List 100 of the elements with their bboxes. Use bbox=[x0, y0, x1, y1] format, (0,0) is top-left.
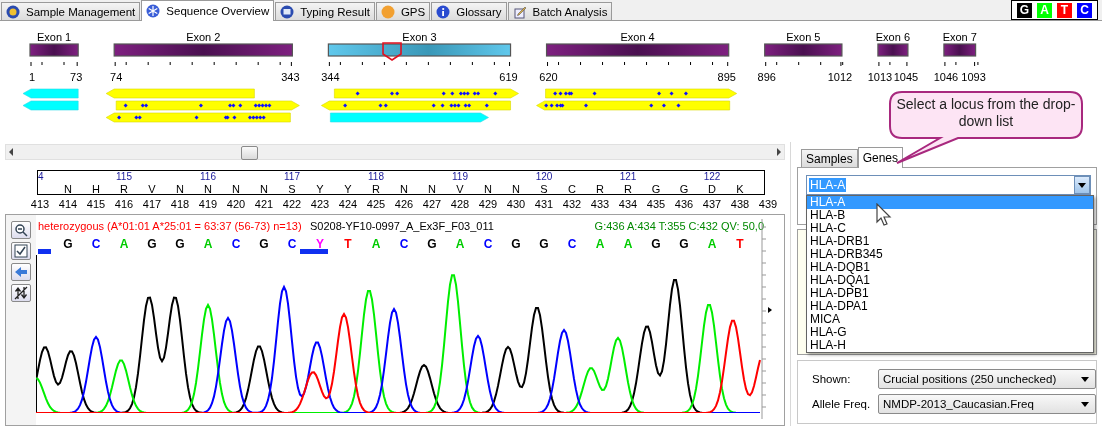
amino-acid: R bbox=[371, 182, 381, 194]
main-tab[interactable]: Sequence Overview bbox=[141, 0, 275, 21]
position-marker bbox=[38, 249, 51, 254]
position-number: 437 bbox=[701, 198, 723, 210]
base-color-key: C bbox=[1077, 2, 1092, 18]
position-number: 420 bbox=[225, 198, 247, 210]
base-call: G bbox=[538, 237, 550, 251]
position-label: 1012 bbox=[827, 71, 853, 83]
arrow-left-icon bbox=[14, 265, 28, 279]
position-number: 439 bbox=[757, 198, 779, 210]
position-label: 344 bbox=[321, 71, 340, 83]
amino-acid: G bbox=[650, 182, 662, 194]
amino-acid: K bbox=[735, 182, 745, 194]
caret-icon bbox=[1081, 401, 1089, 407]
allele-freq-select[interactable]: NMDP-2013_Caucasian.Freq bbox=[878, 394, 1096, 414]
position-number: 416 bbox=[113, 198, 135, 210]
exon-bar[interactable] bbox=[877, 43, 909, 57]
codon-number: 117 bbox=[283, 171, 301, 182]
position-label: 74 bbox=[110, 71, 123, 83]
exon-label: Exon 3 bbox=[402, 31, 437, 43]
view-marker-icon[interactable] bbox=[382, 42, 402, 61]
main-tab[interactable]: Typing Result bbox=[275, 2, 375, 20]
position-label: 620 bbox=[539, 71, 558, 83]
position-label: 896 bbox=[757, 71, 776, 83]
info-icon bbox=[436, 4, 451, 19]
swap-button[interactable] bbox=[11, 284, 31, 302]
base-call: A bbox=[370, 237, 382, 251]
locus-option[interactable]: HLA-B bbox=[807, 209, 1093, 222]
amino-acid: S bbox=[539, 182, 549, 194]
caret-icon bbox=[1081, 376, 1089, 382]
codon-number: 119 bbox=[451, 171, 469, 182]
dropdown-button[interactable] bbox=[1074, 176, 1090, 194]
amino-acid: V bbox=[455, 182, 465, 194]
base-call: G bbox=[174, 237, 186, 251]
position-number: 438 bbox=[729, 198, 751, 210]
checkmark-icon bbox=[14, 244, 28, 258]
locus-option[interactable]: HLA-DPA1 bbox=[807, 300, 1093, 313]
base-call: C bbox=[286, 237, 298, 251]
zoom-button[interactable] bbox=[11, 221, 31, 239]
position-number: 423 bbox=[309, 198, 331, 210]
position-label: 619 bbox=[499, 71, 518, 83]
base-color-key: T bbox=[1057, 2, 1072, 18]
locus-option[interactable]: HLA-DPB1 bbox=[807, 287, 1093, 300]
panel-tab[interactable]: Genes bbox=[857, 147, 904, 168]
amino-acid: R bbox=[119, 182, 129, 194]
tick-marks bbox=[30, 61, 78, 67]
amino-acid: N bbox=[63, 182, 73, 194]
base-call: G bbox=[146, 237, 158, 251]
base-call: G bbox=[258, 237, 270, 251]
panel-tab[interactable]: Samples bbox=[801, 149, 858, 167]
position-number: 429 bbox=[477, 198, 499, 210]
scrollbar-thumb[interactable] bbox=[241, 146, 258, 160]
locus-option[interactable]: HLA-DRB345 bbox=[807, 248, 1093, 261]
amino-acid: N bbox=[483, 182, 493, 194]
position-number: 417 bbox=[141, 198, 163, 210]
base-color-key: A bbox=[1037, 2, 1052, 18]
sequence-read-arrow bbox=[22, 88, 79, 99]
disc-icon bbox=[6, 4, 20, 19]
locus-option[interactable]: HLA-G bbox=[807, 326, 1093, 339]
shown-select[interactable]: Crucial positions (250 unchecked) bbox=[878, 369, 1096, 389]
locus-value: HLA-A bbox=[809, 178, 847, 192]
sequence-read-arrow bbox=[22, 100, 79, 111]
exon-bar[interactable] bbox=[113, 43, 293, 57]
position-label: 1093 bbox=[961, 71, 986, 83]
check-button[interactable] bbox=[11, 242, 31, 260]
allele-freq-label: Allele Freq. bbox=[812, 398, 872, 410]
locus-option[interactable]: HLA-C bbox=[807, 222, 1093, 235]
main-tab[interactable]: Glossary bbox=[431, 2, 507, 20]
main-tab[interactable]: Batch Analysis bbox=[507, 2, 613, 20]
position-number: 415 bbox=[85, 198, 107, 210]
position-label: 1013 bbox=[867, 71, 893, 83]
amino-acid: N bbox=[175, 182, 185, 194]
base-call: A bbox=[202, 237, 214, 251]
codon-number: 121 bbox=[618, 171, 638, 182]
amino-acid: Y bbox=[315, 182, 325, 194]
amino-acid: S bbox=[287, 182, 297, 194]
base-call: T bbox=[343, 237, 353, 251]
pencil-icon bbox=[512, 4, 527, 19]
exon-bar[interactable] bbox=[764, 43, 843, 57]
locus-option[interactable]: HLA-DQB1 bbox=[807, 261, 1093, 274]
exon-bar[interactable] bbox=[943, 43, 977, 57]
base-call: A bbox=[706, 237, 718, 251]
position-number: 433 bbox=[589, 198, 611, 210]
position-number: 431 bbox=[533, 198, 555, 210]
exon-bar[interactable] bbox=[545, 43, 730, 57]
codon-number: 4 bbox=[38, 171, 45, 182]
exon-bar[interactable] bbox=[29, 43, 79, 57]
locus-option[interactable]: HLA-DRB1 bbox=[807, 235, 1093, 248]
amino-acid: D bbox=[707, 182, 717, 194]
main-tab[interactable]: Sample Management bbox=[1, 2, 141, 20]
locus-option[interactable]: HLA-DQA1 bbox=[807, 274, 1093, 287]
back-button[interactable] bbox=[11, 263, 31, 281]
horizontal-scrollbar[interactable] bbox=[5, 144, 785, 160]
exon-label: Exon 2 bbox=[186, 31, 221, 43]
locus-option[interactable]: HLA-H bbox=[807, 339, 1093, 352]
locus-option[interactable]: MICA bbox=[807, 313, 1093, 326]
scroll-right-icon[interactable] bbox=[774, 147, 784, 157]
main-tab[interactable]: GPS bbox=[375, 2, 431, 20]
position-label: 895 bbox=[717, 71, 736, 83]
tick-marks bbox=[944, 61, 979, 67]
